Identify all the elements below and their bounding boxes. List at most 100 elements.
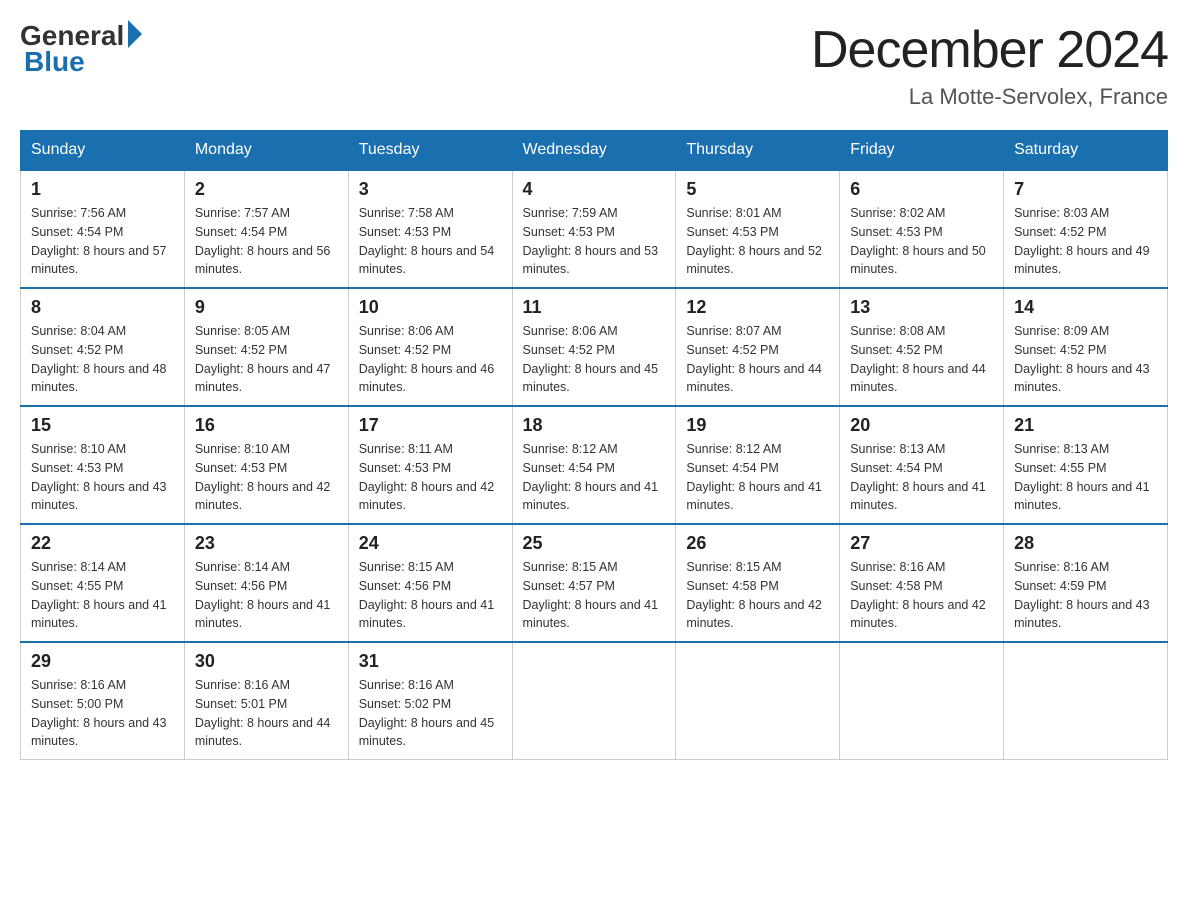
weekday-header-wednesday: Wednesday [512,131,676,171]
day-info: Sunrise: 8:16 AMSunset: 4:59 PMDaylight:… [1014,560,1150,630]
calendar-week-2: 8 Sunrise: 8:04 AMSunset: 4:52 PMDayligh… [21,288,1168,406]
page-header: General Blue December 2024 La Motte-Serv… [20,20,1168,110]
title-block: December 2024 La Motte-Servolex, France [811,20,1168,110]
day-number: 3 [359,179,502,200]
day-info: Sunrise: 8:07 AMSunset: 4:52 PMDaylight:… [686,324,822,394]
day-number: 25 [523,533,666,554]
calendar-cell: 27 Sunrise: 8:16 AMSunset: 4:58 PMDaylig… [840,524,1004,642]
day-info: Sunrise: 8:12 AMSunset: 4:54 PMDaylight:… [686,442,822,512]
day-info: Sunrise: 8:04 AMSunset: 4:52 PMDaylight:… [31,324,167,394]
calendar-cell: 21 Sunrise: 8:13 AMSunset: 4:55 PMDaylig… [1004,406,1168,524]
day-number: 5 [686,179,829,200]
calendar-cell: 22 Sunrise: 8:14 AMSunset: 4:55 PMDaylig… [21,524,185,642]
day-info: Sunrise: 7:56 AMSunset: 4:54 PMDaylight:… [31,206,167,276]
calendar-cell: 26 Sunrise: 8:15 AMSunset: 4:58 PMDaylig… [676,524,840,642]
month-title: December 2024 [811,20,1168,80]
calendar-table: SundayMondayTuesdayWednesdayThursdayFrid… [20,130,1168,760]
calendar-week-1: 1 Sunrise: 7:56 AMSunset: 4:54 PMDayligh… [21,170,1168,288]
calendar-cell: 16 Sunrise: 8:10 AMSunset: 4:53 PMDaylig… [184,406,348,524]
weekday-header-sunday: Sunday [21,131,185,171]
calendar-cell: 15 Sunrise: 8:10 AMSunset: 4:53 PMDaylig… [21,406,185,524]
day-info: Sunrise: 7:59 AMSunset: 4:53 PMDaylight:… [523,206,659,276]
calendar-cell: 3 Sunrise: 7:58 AMSunset: 4:53 PMDayligh… [348,170,512,288]
weekday-header-row: SundayMondayTuesdayWednesdayThursdayFrid… [21,131,1168,171]
day-info: Sunrise: 7:58 AMSunset: 4:53 PMDaylight:… [359,206,495,276]
calendar-week-4: 22 Sunrise: 8:14 AMSunset: 4:55 PMDaylig… [21,524,1168,642]
day-info: Sunrise: 8:05 AMSunset: 4:52 PMDaylight:… [195,324,331,394]
day-info: Sunrise: 8:09 AMSunset: 4:52 PMDaylight:… [1014,324,1150,394]
day-number: 13 [850,297,993,318]
day-info: Sunrise: 8:16 AMSunset: 5:02 PMDaylight:… [359,678,495,748]
day-info: Sunrise: 8:15 AMSunset: 4:58 PMDaylight:… [686,560,822,630]
calendar-cell: 14 Sunrise: 8:09 AMSunset: 4:52 PMDaylig… [1004,288,1168,406]
calendar-week-3: 15 Sunrise: 8:10 AMSunset: 4:53 PMDaylig… [21,406,1168,524]
day-number: 19 [686,415,829,436]
day-number: 29 [31,651,174,672]
day-info: Sunrise: 8:15 AMSunset: 4:57 PMDaylight:… [523,560,659,630]
day-number: 8 [31,297,174,318]
calendar-cell: 1 Sunrise: 7:56 AMSunset: 4:54 PMDayligh… [21,170,185,288]
logo-blue-text: Blue [24,46,85,78]
calendar-cell: 2 Sunrise: 7:57 AMSunset: 4:54 PMDayligh… [184,170,348,288]
day-number: 27 [850,533,993,554]
calendar-cell [676,642,840,760]
calendar-cell: 11 Sunrise: 8:06 AMSunset: 4:52 PMDaylig… [512,288,676,406]
location-title: La Motte-Servolex, France [811,84,1168,110]
day-info: Sunrise: 8:08 AMSunset: 4:52 PMDaylight:… [850,324,986,394]
day-info: Sunrise: 8:06 AMSunset: 4:52 PMDaylight:… [359,324,495,394]
calendar-cell: 13 Sunrise: 8:08 AMSunset: 4:52 PMDaylig… [840,288,1004,406]
day-number: 22 [31,533,174,554]
calendar-cell: 4 Sunrise: 7:59 AMSunset: 4:53 PMDayligh… [512,170,676,288]
day-info: Sunrise: 8:16 AMSunset: 5:00 PMDaylight:… [31,678,167,748]
calendar-cell: 8 Sunrise: 8:04 AMSunset: 4:52 PMDayligh… [21,288,185,406]
weekday-header-thursday: Thursday [676,131,840,171]
day-info: Sunrise: 8:02 AMSunset: 4:53 PMDaylight:… [850,206,986,276]
calendar-cell: 18 Sunrise: 8:12 AMSunset: 4:54 PMDaylig… [512,406,676,524]
calendar-cell: 17 Sunrise: 8:11 AMSunset: 4:53 PMDaylig… [348,406,512,524]
day-number: 17 [359,415,502,436]
calendar-cell: 7 Sunrise: 8:03 AMSunset: 4:52 PMDayligh… [1004,170,1168,288]
day-number: 20 [850,415,993,436]
day-number: 15 [31,415,174,436]
calendar-cell: 6 Sunrise: 8:02 AMSunset: 4:53 PMDayligh… [840,170,1004,288]
day-number: 12 [686,297,829,318]
day-number: 10 [359,297,502,318]
calendar-cell: 30 Sunrise: 8:16 AMSunset: 5:01 PMDaylig… [184,642,348,760]
day-number: 28 [1014,533,1157,554]
day-info: Sunrise: 8:13 AMSunset: 4:54 PMDaylight:… [850,442,986,512]
day-number: 14 [1014,297,1157,318]
weekday-header-friday: Friday [840,131,1004,171]
calendar-cell: 19 Sunrise: 8:12 AMSunset: 4:54 PMDaylig… [676,406,840,524]
day-info: Sunrise: 8:12 AMSunset: 4:54 PMDaylight:… [523,442,659,512]
day-number: 11 [523,297,666,318]
calendar-cell: 28 Sunrise: 8:16 AMSunset: 4:59 PMDaylig… [1004,524,1168,642]
day-info: Sunrise: 8:13 AMSunset: 4:55 PMDaylight:… [1014,442,1150,512]
calendar-cell: 23 Sunrise: 8:14 AMSunset: 4:56 PMDaylig… [184,524,348,642]
day-info: Sunrise: 8:03 AMSunset: 4:52 PMDaylight:… [1014,206,1150,276]
day-number: 30 [195,651,338,672]
calendar-cell: 9 Sunrise: 8:05 AMSunset: 4:52 PMDayligh… [184,288,348,406]
weekday-header-monday: Monday [184,131,348,171]
day-info: Sunrise: 8:16 AMSunset: 5:01 PMDaylight:… [195,678,331,748]
day-number: 6 [850,179,993,200]
day-number: 31 [359,651,502,672]
day-info: Sunrise: 8:14 AMSunset: 4:55 PMDaylight:… [31,560,167,630]
day-info: Sunrise: 7:57 AMSunset: 4:54 PMDaylight:… [195,206,331,276]
calendar-cell: 12 Sunrise: 8:07 AMSunset: 4:52 PMDaylig… [676,288,840,406]
day-info: Sunrise: 8:01 AMSunset: 4:53 PMDaylight:… [686,206,822,276]
day-number: 26 [686,533,829,554]
weekday-header-tuesday: Tuesday [348,131,512,171]
day-number: 16 [195,415,338,436]
calendar-cell [1004,642,1168,760]
day-number: 2 [195,179,338,200]
day-info: Sunrise: 8:15 AMSunset: 4:56 PMDaylight:… [359,560,495,630]
day-number: 9 [195,297,338,318]
day-info: Sunrise: 8:10 AMSunset: 4:53 PMDaylight:… [195,442,331,512]
day-number: 1 [31,179,174,200]
logo-arrow-icon [128,20,142,48]
day-info: Sunrise: 8:06 AMSunset: 4:52 PMDaylight:… [523,324,659,394]
calendar-cell: 20 Sunrise: 8:13 AMSunset: 4:54 PMDaylig… [840,406,1004,524]
day-info: Sunrise: 8:10 AMSunset: 4:53 PMDaylight:… [31,442,167,512]
day-number: 7 [1014,179,1157,200]
calendar-cell [512,642,676,760]
